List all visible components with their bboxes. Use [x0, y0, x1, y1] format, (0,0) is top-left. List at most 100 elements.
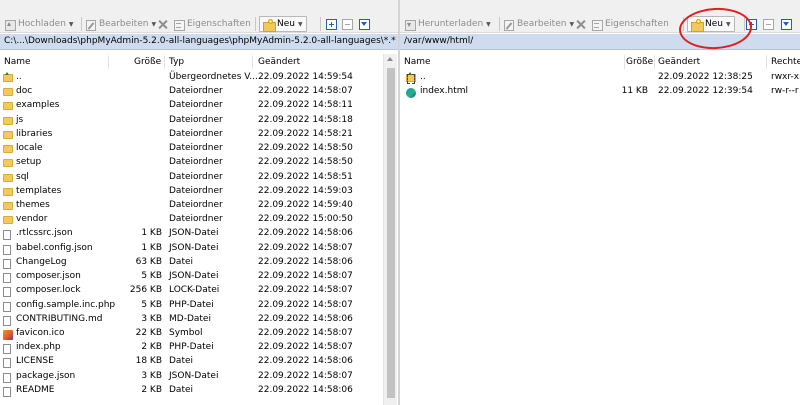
- download-dropdown-icon[interactable]: ▼: [486, 21, 491, 28]
- toolbar-separator: [683, 17, 684, 31]
- table-row[interactable]: babel.config.json 1 KB JSON-Datei 22.09.202…: [0, 241, 398, 255]
- table-row[interactable]: themes Dateiordner 22.09.2022 14:59:40: [0, 198, 398, 212]
- table-row[interactable]: .rtlcssrc.json 1 KB JSON-Datei 22.09.2022 1…: [0, 226, 398, 241]
- file-type: Symbol: [169, 327, 203, 338]
- file-name: sql: [16, 171, 29, 182]
- table-row[interactable]: templates Dateiordner 22.09.2022 14:59:03: [0, 184, 398, 198]
- file-name: composer.lock: [16, 285, 81, 296]
- scroll-up-icon[interactable]: [387, 57, 393, 61]
- edit-button[interactable]: Bearbeiten ▼: [85, 16, 156, 32]
- file-size: 1 KB: [141, 242, 162, 253]
- file-type: Datei: [169, 256, 194, 267]
- column-divider[interactable]: [654, 55, 655, 69]
- folder-icon: [3, 201, 13, 210]
- column-header-size[interactable]: Größe: [134, 57, 161, 67]
- file-modified: 22.09.2022 14:58:07: [258, 86, 353, 97]
- file-icon: [3, 386, 11, 397]
- table-row[interactable]: CONTRIBUTING.md 3 KB MD-Datei 22.09.2022 14…: [0, 312, 398, 326]
- table-row[interactable]: LICENSE 18 KB Datei 22.09.2022 14:58:06: [0, 354, 398, 369]
- column-divider[interactable]: [164, 55, 165, 69]
- table-row[interactable]: locale Dateiordner 22.09.2022 14:58:50: [0, 141, 398, 155]
- file-name: locale: [16, 143, 43, 154]
- column-header-type[interactable]: Typ: [169, 57, 184, 67]
- file-name: README: [16, 384, 55, 395]
- properties-button[interactable]: Eigenschaften: [591, 16, 669, 32]
- new-button[interactable]: Neu ▼: [259, 16, 307, 32]
- table-row[interactable]: config.sample.inc.php 5 KB PHP-Datei 22.09.…: [0, 298, 398, 312]
- upload-dropdown-icon[interactable]: ▼: [69, 21, 74, 28]
- file-size: 1 KB: [141, 228, 162, 239]
- new-dropdown-icon[interactable]: ▼: [298, 21, 303, 28]
- table-row[interactable]: favicon.ico 22 KB Symbol 22.09.2022 14:58:0…: [0, 326, 398, 340]
- minus-icon: [763, 18, 774, 30]
- table-row[interactable]: setup Dateiordner 22.09.2022 14:58:50: [0, 155, 398, 169]
- filter-button[interactable]: [359, 16, 370, 32]
- column-header-modified[interactable]: Geändert: [658, 57, 700, 67]
- table-row[interactable]: sql Dateiordner 22.09.2022 14:58:51: [0, 170, 398, 184]
- plus-icon: [746, 18, 757, 30]
- column-header-modified[interactable]: Geändert: [258, 57, 300, 67]
- edit-button[interactable]: Bearbeiten ▼: [503, 16, 574, 32]
- toolbar-separator: [320, 17, 321, 31]
- table-row[interactable]: index.html 11 KB 22.09.2022 12:39:54 rw-r--…: [400, 84, 800, 99]
- table-row[interactable]: ChangeLog 63 KB Datei 22.09.2022 14:58:06: [0, 255, 398, 269]
- select-all-button[interactable]: [326, 16, 337, 32]
- folder-icon: [3, 116, 13, 125]
- table-row[interactable]: js Dateiordner 22.09.2022 14:58:18: [0, 113, 398, 127]
- file-size: 5 KB: [141, 299, 162, 310]
- scroll-thumb[interactable]: [387, 68, 395, 398]
- column-divider[interactable]: [624, 55, 625, 69]
- edit-dropdown-icon[interactable]: ▼: [151, 21, 156, 28]
- properties-button[interactable]: Eigenschaften: [173, 16, 251, 32]
- edit-icon: [85, 19, 96, 31]
- delete-button[interactable]: [575, 16, 586, 32]
- remote-path-bar[interactable]: /var/www/html/: [400, 34, 800, 50]
- table-row[interactable]: package.json 3 KB JSON-Datei 22.09.2022 14:…: [0, 369, 398, 383]
- filter-button[interactable]: [781, 16, 792, 32]
- file-type: Dateiordner: [169, 143, 223, 154]
- toolbar-separator: [744, 17, 745, 31]
- file-size: 3 KB: [141, 370, 162, 381]
- file-modified: 22.09.2022 12:39:54: [658, 86, 753, 97]
- file-modified: 22.09.2022 14:58:07: [258, 327, 353, 338]
- file-size: 256 KB: [129, 285, 162, 296]
- toolbar-separator: [81, 17, 82, 31]
- table-row[interactable]: doc Dateiordner 22.09.2022 14:58:07: [0, 84, 398, 98]
- upload-button[interactable]: Hochladen ▼: [4, 16, 74, 32]
- select-all-button[interactable]: [746, 16, 757, 32]
- deselect-button[interactable]: [763, 16, 774, 32]
- file-type: JSON-Datei: [169, 228, 219, 239]
- new-dropdown-icon[interactable]: ▼: [726, 21, 731, 28]
- remote-toolbar: Herunterladen ▼ Bearbeiten ▼ Eigenschaft…: [400, 0, 800, 33]
- table-row[interactable]: libraries Dateiordner 22.09.2022 14:58:21: [0, 127, 398, 141]
- table-row[interactable]: composer.json 5 KB JSON-Datei 22.09.2022 14…: [0, 269, 398, 284]
- table-row[interactable]: composer.lock 256 KB LOCK-Datei 22.09.2022 …: [0, 283, 398, 298]
- download-button[interactable]: Herunterladen ▼: [404, 16, 491, 32]
- edit-dropdown-icon[interactable]: ▼: [569, 21, 574, 28]
- file-size: 3 KB: [141, 313, 162, 324]
- file-type: Datei: [169, 356, 194, 367]
- column-header-size[interactable]: Größe: [626, 57, 653, 67]
- file-type: JSON-Datei: [169, 370, 219, 381]
- column-header-rights[interactable]: Rechte: [771, 57, 800, 67]
- table-row[interactable]: .. Übergeordnetes V... 22.09.2022 14:59:54: [0, 70, 398, 84]
- table-row[interactable]: examples Dateiordner 22.09.2022 14:58:11: [0, 98, 398, 112]
- local-path-bar[interactable]: C:\...\Downloads\phpMyAdmin-5.2.0-all-la…: [0, 34, 398, 50]
- remote-column-headers: Name Größe Geändert Rechte: [400, 54, 800, 70]
- column-header-name[interactable]: Name: [4, 57, 31, 67]
- table-row[interactable]: index.php 2 KB PHP-Datei 22.09.2022 14:58:0…: [0, 340, 398, 355]
- column-header-name[interactable]: Name: [404, 57, 431, 67]
- local-scrollbar[interactable]: [383, 54, 397, 405]
- table-row[interactable]: .. 22.09.2022 12:38:25 rwxr-xr: [400, 70, 800, 84]
- delete-button[interactable]: [157, 16, 168, 32]
- table-row[interactable]: README 2 KB Datei 22.09.2022 14:58:06: [0, 383, 398, 397]
- file-modified: 22.09.2022 14:58:06: [258, 228, 353, 239]
- table-row[interactable]: vendor Dateiordner 22.09.2022 15:00:50: [0, 212, 398, 226]
- deselect-button[interactable]: [342, 16, 353, 32]
- file-icon: [3, 230, 11, 241]
- column-divider[interactable]: [108, 55, 109, 69]
- column-divider[interactable]: [252, 55, 253, 69]
- column-divider[interactable]: [766, 55, 767, 69]
- new-button[interactable]: Neu ▼: [687, 16, 735, 32]
- file-name: babel.config.json: [16, 242, 93, 253]
